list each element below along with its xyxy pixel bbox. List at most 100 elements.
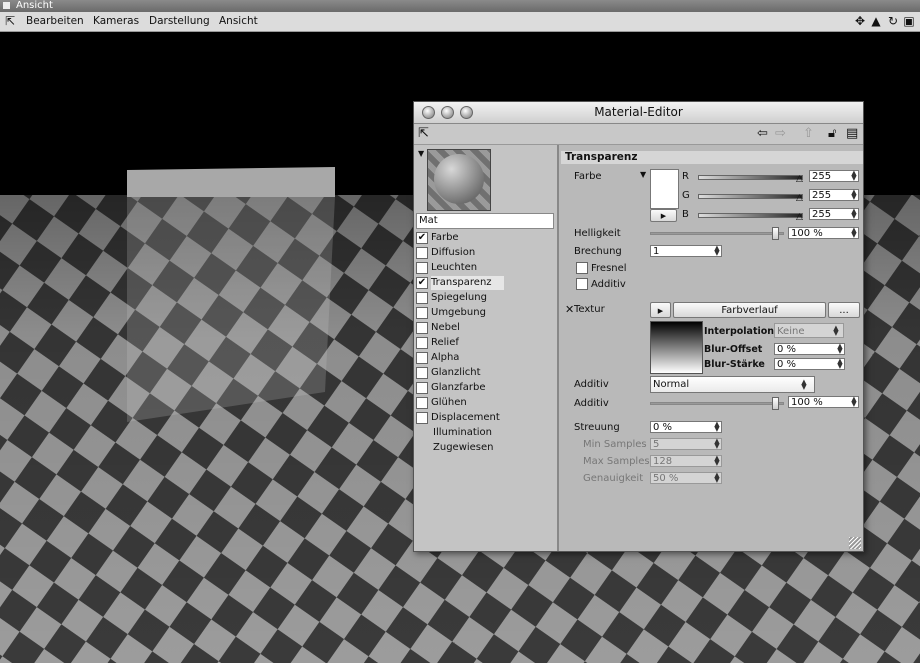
streuung-field[interactable]: 0 % ▲ ▼ — [650, 421, 722, 433]
channel-checkbox[interactable] — [416, 397, 428, 409]
channel-relief[interactable]: Relief — [416, 336, 550, 350]
channel-list-panel: ▼ Mat ✔ Farbe Diffusion Leuchten ✔ Transpa… — [414, 145, 559, 551]
channel-farbe[interactable]: ✔ Farbe — [416, 231, 550, 245]
color-picker-button[interactable]: ▶ — [650, 209, 677, 222]
up-arrow-icon[interactable]: ⇧ — [803, 126, 814, 141]
forward-arrow-icon[interactable]: ⇨ — [775, 126, 786, 141]
textur-more-button[interactable]: ... — [828, 302, 860, 318]
rotate-view-icon[interactable]: ↻ — [886, 14, 900, 28]
menu-bearbeiten[interactable]: Bearbeiten — [26, 15, 84, 27]
textur-label: Textur — [574, 304, 605, 315]
channel-checkbox[interactable] — [416, 322, 428, 334]
channel-transparenz[interactable]: ✔ Transparenz — [416, 276, 550, 290]
genauigkeit-field[interactable]: 50 % ▲ ▼ — [650, 472, 722, 484]
menu-darstellung[interactable]: Darstellung — [149, 15, 210, 27]
b-field[interactable]: 255 ▲ ▼ — [809, 208, 859, 220]
blur-offset-field[interactable]: 0 % ▲ ▼ — [774, 343, 845, 355]
channel-checkbox[interactable] — [416, 292, 428, 304]
b-label: B — [682, 209, 689, 220]
farbe-menu-arrow-icon[interactable]: ▼ — [640, 170, 646, 179]
additiv-strength-field[interactable]: 100 % ▲ ▼ — [788, 396, 859, 408]
channel-checkbox[interactable] — [416, 307, 428, 319]
close-button[interactable] — [422, 106, 435, 119]
material-editor-window: Material-Editor ⇱ ⇦ ⇨ ⇧ 🔓︎ ▤ ▼ Mat ✔ Farb… — [413, 101, 864, 552]
gradient-preview[interactable] — [650, 321, 703, 374]
g-field[interactable]: 255 ▲ ▼ — [809, 189, 859, 201]
tool-arrow-icon[interactable]: ⇱ — [3, 14, 17, 28]
tool-arrow-icon[interactable]: ⇱ — [418, 126, 429, 141]
minimize-button[interactable] — [441, 106, 454, 119]
window-layout-icon[interactable]: ▤ — [846, 126, 858, 141]
textur-clear-icon[interactable]: ✕ — [565, 303, 574, 316]
blur-offset-label: Blur-Offset — [704, 344, 763, 355]
channel-checkbox[interactable]: ✔ — [416, 277, 428, 289]
material-preview[interactable] — [427, 149, 491, 211]
viewport-title-bar: Ansicht — [0, 0, 920, 12]
channel-gluehen[interactable]: Glühen — [416, 396, 550, 410]
item-illumination[interactable]: Illumination — [416, 426, 550, 440]
channel-checkbox[interactable] — [416, 262, 428, 274]
b-slider-knob[interactable]: △ — [796, 213, 803, 222]
additiv-mode-select[interactable]: Normal ▲ ▼ — [650, 376, 815, 393]
interpolation-select[interactable]: Keine ▲ ▼ — [774, 323, 844, 338]
item-zugewiesen[interactable]: Zugewiesen — [416, 441, 550, 455]
farbe-label: Farbe — [574, 171, 602, 182]
max-samples-field[interactable]: 128 ▲ ▼ — [650, 455, 722, 467]
r-slider[interactable] — [698, 175, 803, 180]
channel-checkbox[interactable] — [416, 352, 428, 364]
channel-checkbox[interactable] — [416, 337, 428, 349]
helligkeit-slider[interactable] — [650, 232, 784, 235]
section-header: Transparenz — [561, 151, 863, 164]
move-view-icon[interactable]: ✥ — [853, 14, 867, 28]
brechung-field[interactable]: 1 ▲ ▼ — [650, 245, 722, 257]
menu-kameras[interactable]: Kameras — [93, 15, 139, 27]
min-samples-label: Min Samples — [583, 439, 647, 450]
zoom-view-icon[interactable]: ▲ — [869, 14, 883, 28]
channel-checkbox[interactable]: ✔ — [416, 232, 428, 244]
blur-staerke-field[interactable]: 0 % ▲ ▼ — [774, 358, 845, 370]
channel-spiegelung[interactable]: Spiegelung — [416, 291, 550, 305]
r-slider-knob[interactable]: △ — [796, 175, 803, 184]
preview-menu-arrow-icon[interactable]: ▼ — [418, 149, 424, 158]
menu-ansicht[interactable]: Ansicht — [219, 15, 258, 27]
g-label: G — [682, 190, 690, 201]
lock-icon[interactable]: 🔓︎ — [828, 126, 836, 141]
b-slider[interactable] — [698, 213, 803, 218]
channel-umgebung[interactable]: Umgebung — [416, 306, 550, 320]
additiv-strength-slider[interactable] — [650, 402, 784, 405]
material-editor-title: Material-Editor — [594, 105, 683, 119]
channel-displacement[interactable]: Displacement — [416, 411, 550, 425]
textur-shader-button[interactable]: Farbverlauf — [673, 302, 826, 318]
channel-glanzlicht[interactable]: Glanzlicht — [416, 366, 550, 380]
textur-menu-button[interactable]: ▶ — [650, 302, 671, 318]
channel-checkbox[interactable] — [416, 247, 428, 259]
additiv-checkbox[interactable] — [576, 278, 588, 290]
color-swatch[interactable] — [650, 169, 679, 209]
r-field[interactable]: 255 ▲ ▼ — [809, 170, 859, 182]
helligkeit-label: Helligkeit — [574, 228, 621, 239]
max-samples-label: Max Samples — [583, 456, 650, 467]
helligkeit-slider-thumb[interactable] — [772, 227, 779, 240]
channel-glanzfarbe[interactable]: Glanzfarbe — [416, 381, 550, 395]
channel-diffusion[interactable]: Diffusion — [416, 246, 550, 260]
viewport-menubar: ⇱ Bearbeiten Kameras Darstellung Ansicht… — [0, 12, 920, 32]
channel-alpha[interactable]: Alpha — [416, 351, 550, 365]
g-slider[interactable] — [698, 194, 803, 199]
channel-checkbox[interactable] — [416, 412, 428, 424]
interpolation-label: Interpolation — [704, 326, 775, 337]
min-samples-field[interactable]: 5 ▲ ▼ — [650, 438, 722, 450]
channel-nebel[interactable]: Nebel — [416, 321, 550, 335]
material-name-field[interactable]: Mat — [416, 213, 554, 229]
back-arrow-icon[interactable]: ⇦ — [757, 126, 768, 141]
fresnel-checkbox[interactable] — [576, 262, 588, 274]
material-editor-title-bar[interactable]: Material-Editor — [414, 102, 863, 124]
channel-checkbox[interactable] — [416, 367, 428, 379]
resize-grip-icon[interactable] — [849, 537, 861, 549]
channel-checkbox[interactable] — [416, 382, 428, 394]
helligkeit-field[interactable]: 100 % ▲ ▼ — [788, 227, 859, 239]
additiv-strength-thumb[interactable] — [772, 397, 779, 410]
g-slider-knob[interactable]: △ — [796, 194, 803, 203]
zoom-button[interactable] — [460, 106, 473, 119]
channel-leuchten[interactable]: Leuchten — [416, 261, 550, 275]
maximize-view-icon[interactable]: ▣ — [902, 14, 916, 28]
